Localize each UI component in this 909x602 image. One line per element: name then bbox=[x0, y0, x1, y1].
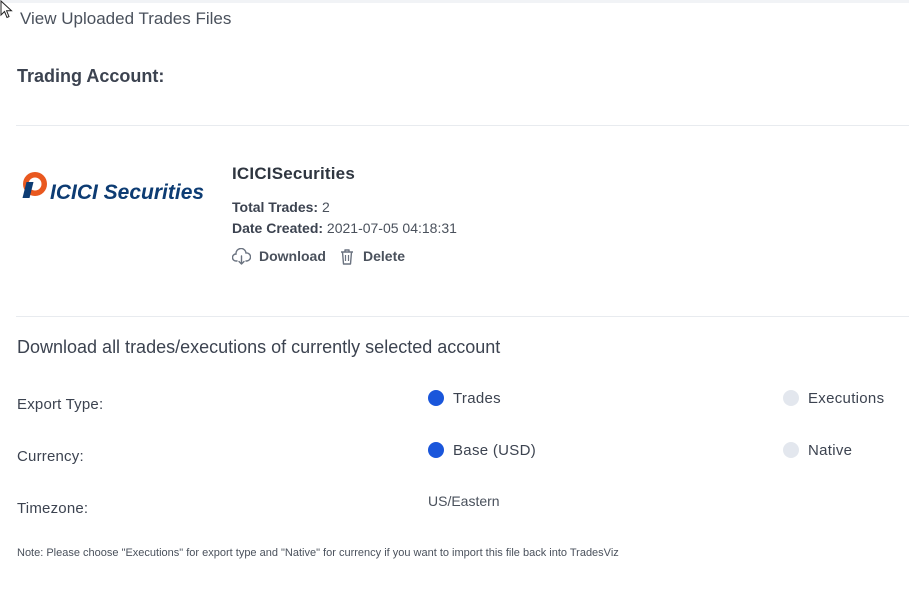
radio-native[interactable]: Native bbox=[783, 440, 852, 460]
radio-trades-label: Trades bbox=[453, 389, 501, 407]
date-created: Date Created: 2021-07-05 04:18:31 bbox=[232, 220, 457, 236]
export-section-title: Download all trades/executions of curren… bbox=[17, 337, 501, 357]
download-button[interactable]: Download bbox=[232, 246, 326, 266]
total-trades-label: Total Trades: bbox=[232, 199, 319, 215]
currency-label: Currency: bbox=[17, 448, 84, 465]
divider bbox=[16, 316, 909, 317]
cloud-download-icon bbox=[232, 247, 251, 265]
total-trades-value: 2 bbox=[321, 199, 330, 215]
timezone-value[interactable]: US/Eastern bbox=[428, 493, 500, 509]
broker-name: ICICISecurities bbox=[232, 164, 355, 183]
radio-executions-label: Executions bbox=[808, 389, 885, 407]
trash-icon bbox=[341, 248, 353, 265]
date-created-value: 2021-07-05 04:18:31 bbox=[326, 220, 457, 236]
radio-unselected-icon bbox=[783, 390, 799, 406]
radio-base-usd-label: Base (USD) bbox=[453, 441, 537, 459]
radio-native-label: Native bbox=[808, 441, 853, 459]
top-bar bbox=[0, 0, 909, 3]
date-created-label: Date Created: bbox=[232, 220, 324, 236]
radio-selected-icon bbox=[428, 442, 444, 458]
mouse-cursor-icon bbox=[0, 0, 13, 19]
radio-executions[interactable]: Executions bbox=[783, 388, 884, 408]
radio-base-usd[interactable]: Base (USD) bbox=[428, 440, 536, 460]
total-trades: Total Trades: 2 bbox=[232, 199, 330, 215]
logo-text: ICICI Securities bbox=[50, 181, 204, 204]
page-title: View Uploaded Trades Files bbox=[20, 9, 232, 28]
download-label: Download bbox=[259, 248, 326, 264]
divider bbox=[16, 125, 909, 126]
delete-label: Delete bbox=[363, 248, 406, 264]
export-note: Note: Please choose "Executions" for exp… bbox=[17, 547, 619, 559]
delete-button[interactable]: Delete bbox=[339, 246, 405, 266]
radio-selected-icon bbox=[428, 390, 444, 406]
radio-trades[interactable]: Trades bbox=[428, 388, 501, 408]
timezone-label: Timezone: bbox=[17, 500, 89, 517]
radio-unselected-icon bbox=[783, 442, 799, 458]
trading-account-label: Trading Account: bbox=[17, 66, 165, 86]
broker-logo: ICICI Securities bbox=[22, 172, 204, 204]
export-type-label: Export Type: bbox=[17, 396, 104, 413]
